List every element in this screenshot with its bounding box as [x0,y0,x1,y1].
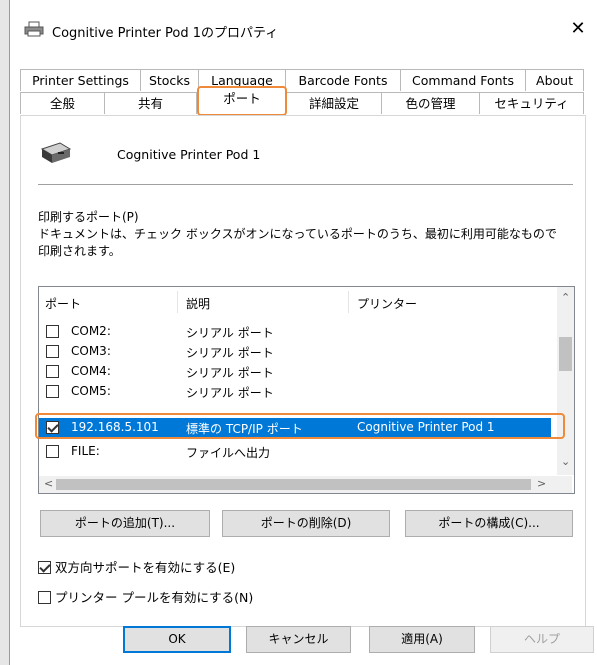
tab-advanced[interactable]: 詳細設定 [287,92,382,114]
port-checkbox[interactable] [46,325,59,338]
port-checkbox[interactable] [46,421,59,434]
horizontal-scrollbar[interactable]: < > [39,476,572,493]
pooling-label: プリンター プールを有効にする(N) [55,590,254,605]
tab-row-2: 全般 共有 ポート 詳細設定 色の管理 セキュリティ [20,86,584,116]
port-description: シリアル ポート [186,346,274,360]
scroll-left-icon[interactable]: < [44,477,53,490]
column-divider[interactable] [177,291,178,313]
port-name: COM4: [71,364,111,378]
cancel-button[interactable]: キャンセル [246,626,351,653]
port-row-file[interactable]: FILE: ファイルへ出力 [39,442,551,462]
tab-general[interactable]: 全般 [20,92,105,114]
port-list[interactable]: ポート 説明 プリンター COM2: シリアル ポート COM3: シリアル ポ… [38,286,575,494]
window-title: Cognitive Printer Pod 1のプロパティ [52,26,279,41]
port-name: COM2: [71,324,111,338]
port-checkbox[interactable] [46,345,59,358]
port-name: COM5: [71,384,111,398]
port-name: FILE: [71,444,100,458]
bidirectional-checkbox[interactable] [38,561,51,574]
bidirectional-label: 双方向サポートを有効にする(E) [55,560,236,575]
vertical-scrollbar[interactable]: ⌃ ⌄ [557,287,574,475]
horizontal-scroll-thumb[interactable] [56,479,531,490]
scroll-up-icon[interactable]: ⌃ [561,291,570,304]
title-bar[interactable]: Cognitive Printer Pod 1のプロパティ ✕ [10,0,597,58]
port-row-com4[interactable]: COM4: シリアル ポート [39,362,551,382]
port-checkbox[interactable] [46,365,59,378]
pooling-option[interactable]: プリンター プールを有効にする(N) [38,587,253,606]
port-list-header: ポート 説明 プリンター [39,287,551,317]
window-frame-left [0,0,10,665]
help-button[interactable]: ヘルプ [490,626,594,653]
delete-port-button[interactable]: ポートの削除(D) [222,510,390,537]
tab-security[interactable]: セキュリティ [480,92,584,114]
port-description: 標準の TCP/IP ポート [186,422,303,436]
printer-icon [24,21,44,37]
column-header-description[interactable]: 説明 [186,295,210,312]
apply-button[interactable]: 適用(A) [369,626,475,653]
tab-stocks[interactable]: Stocks [141,69,199,91]
close-button[interactable]: ✕ [563,14,593,44]
scroll-right-icon[interactable]: > [537,477,546,490]
tab-barcode-fonts[interactable]: Barcode Fonts [286,69,401,91]
tab-sharing[interactable]: 共有 [105,92,197,114]
tab-color-management[interactable]: 色の管理 [382,92,480,114]
tab-printer-settings[interactable]: Printer Settings [20,69,141,91]
tab-row-1: Printer Settings Stocks Language Barcode… [20,69,584,91]
port-printer: Cognitive Printer Pod 1 [357,420,495,434]
port-description: シリアル ポート [186,326,274,340]
scroll-down-icon[interactable]: ⌄ [561,455,570,468]
column-header-port[interactable]: ポート [45,295,81,312]
port-checkbox[interactable] [46,385,59,398]
column-header-printer[interactable]: プリンター [357,295,417,312]
configure-port-button[interactable]: ポートの構成(C)... [405,510,573,537]
port-description: シリアル ポート [186,386,274,400]
port-description: シリアル ポート [186,366,274,380]
ports-label: 印刷するポート(P) [38,210,139,224]
port-name: COM3: [71,344,111,358]
port-row-com5[interactable]: COM5: シリアル ポート [39,382,551,402]
port-description: ファイルへ出力 [186,446,271,460]
printer-name: Cognitive Printer Pod 1 [117,147,261,162]
vertical-scroll-thumb[interactable] [559,337,572,371]
port-checkbox[interactable] [46,445,59,458]
tab-command-fonts[interactable]: Command Fonts [401,69,526,91]
port-row-tcpip-selected[interactable]: 192.168.5.101 標準の TCP/IP ポート Cognitive P… [39,418,551,438]
ok-button[interactable]: OK [123,626,231,653]
port-name: 192.168.5.101 [71,420,159,434]
tab-about[interactable]: About [526,69,584,91]
column-divider[interactable] [348,291,349,313]
pooling-checkbox[interactable] [38,591,51,604]
ports-description: ドキュメントは、チェック ボックスがオンになっているポートのうち、最初に利用可能… [38,227,557,258]
port-row-com2[interactable]: COM2: シリアル ポート [39,322,551,342]
printer-device-icon [40,142,72,163]
separator [38,184,573,185]
tab-ports[interactable]: ポート [197,86,287,116]
bidirectional-option[interactable]: 双方向サポートを有効にする(E) [38,557,235,576]
port-row-com3[interactable]: COM3: シリアル ポート [39,342,551,362]
add-port-button[interactable]: ポートの追加(T)... [40,510,210,537]
